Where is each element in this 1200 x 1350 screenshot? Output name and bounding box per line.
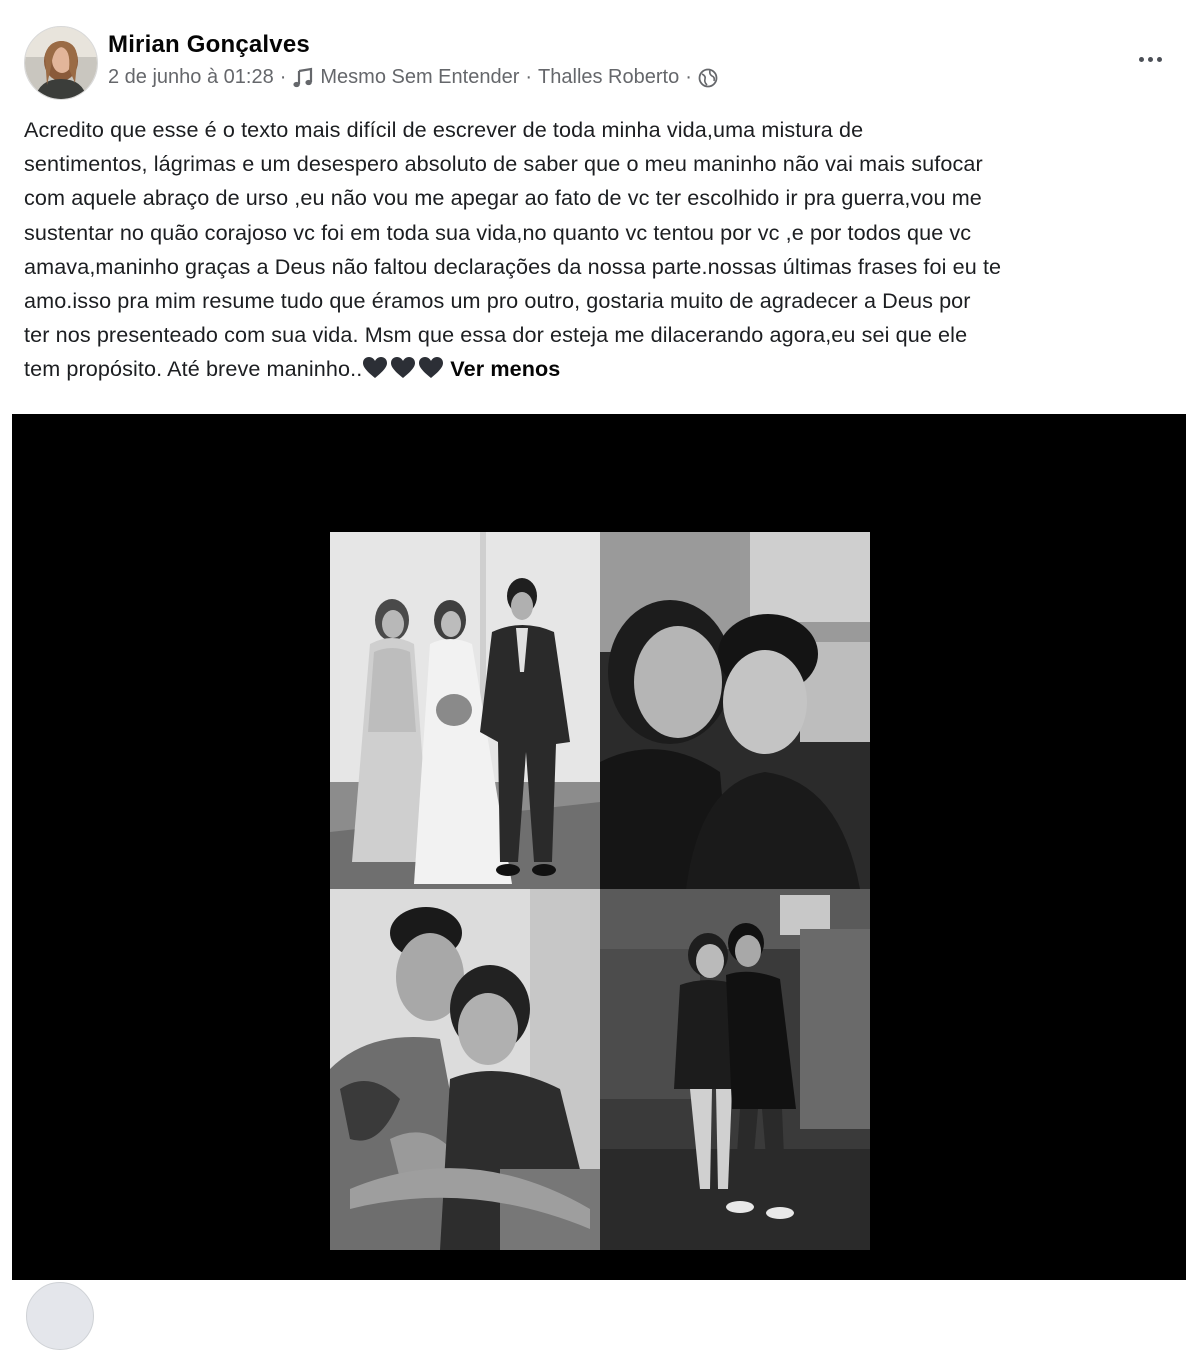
hearts-emoji-group	[362, 356, 444, 380]
commenter-avatar[interactable]	[26, 1282, 94, 1350]
post-text-line: amo.isso pra mim resume tudo que éramos …	[24, 288, 971, 314]
see-less-link[interactable]: Ver menos	[450, 356, 560, 381]
song-artist[interactable]: Thalles Roberto	[538, 66, 679, 89]
post-text-line: ter nos presenteado com sua vida. Msm qu…	[24, 322, 968, 348]
post-text-line: sentimentos, lágrimas e um desespero abs…	[24, 151, 983, 177]
music-note-icon	[293, 67, 313, 87]
more-options-icon[interactable]	[1130, 44, 1170, 74]
meta-separator: ·	[685, 66, 692, 88]
globe-icon[interactable]	[698, 68, 718, 88]
meta-separator: ·	[279, 66, 287, 88]
photo-wedding-group[interactable]	[330, 532, 600, 889]
post-text-line: Acredito que esse é o texto mais difícil…	[24, 117, 864, 142]
photo-collage[interactable]	[330, 532, 870, 1250]
black-heart-icon	[363, 357, 388, 379]
author-name[interactable]: Mirian Gonçalves	[108, 31, 310, 59]
post-date[interactable]: 2 de junho à 01:28	[108, 66, 274, 89]
photo-hug[interactable]	[330, 889, 600, 1250]
post-meta: 2 de junho à 01:28 · Mesmo Sem Entender …	[108, 66, 718, 89]
post-text-line: amava,maninho graças a Deus não faltou d…	[24, 253, 1002, 279]
avatar-photo	[25, 27, 97, 99]
author-avatar[interactable]	[24, 26, 98, 100]
post-text: Acredito que esse é o texto mais difícil…	[24, 113, 1176, 387]
black-heart-icon	[391, 357, 416, 379]
meta-separator: ·	[525, 66, 533, 88]
photo-couple-standing[interactable]	[600, 889, 870, 1250]
post-text-last-line: tem propósito. Até breve maninho.. Ver me…	[24, 352, 1176, 386]
black-heart-icon	[419, 357, 444, 379]
photo-selfie[interactable]	[600, 532, 870, 889]
post-text-line: com aquele abraço de urso ,eu não vou me…	[24, 185, 982, 211]
post-text-line: sustentar no quão corajoso vc foi em tod…	[24, 219, 972, 245]
song-title[interactable]: Mesmo Sem Entender	[320, 66, 519, 89]
facebook-post: Mirian Gonçalves 2 de junho à 01:28 · Me…	[0, 0, 1200, 1350]
post-text-ending: tem propósito. Até breve maninho..	[24, 356, 363, 382]
